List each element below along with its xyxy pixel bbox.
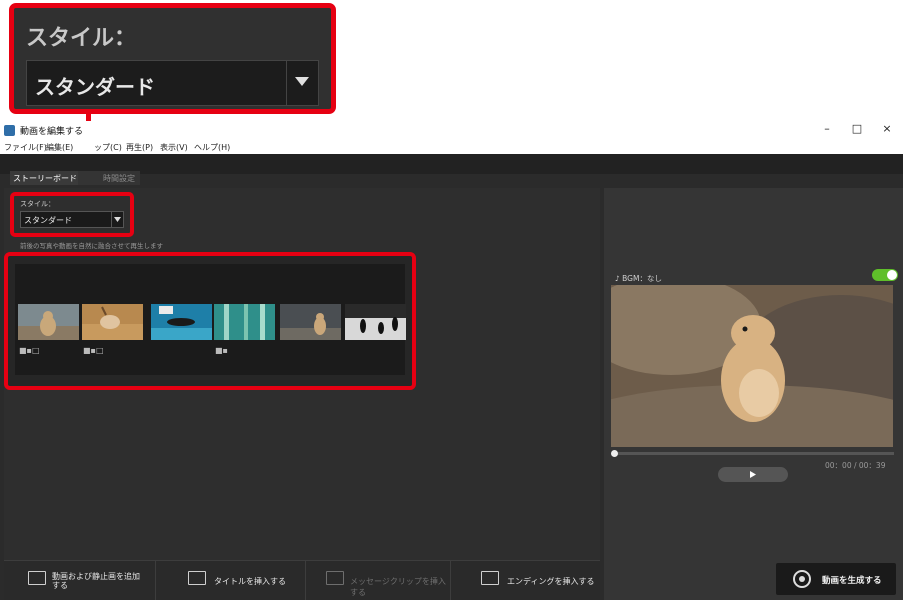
thumbnail-2[interactable] [82,304,143,340]
title-icon [188,571,206,585]
menu-clip[interactable]: ップ(C) [94,142,122,153]
bgm-text: BGM：なし [622,274,662,283]
video-camera-icon: ■▪□ [83,346,104,355]
window-title: 動画を編集する [20,127,84,137]
menu-play[interactable]: 再生(P) [126,142,153,153]
generate-video-label: 動画を生成する [822,576,882,586]
title-bar: 動画を編集する – □ × [0,121,903,140]
style-description: 前後の写真や動画を自然に融合させて再生します [20,242,163,250]
chevron-down-icon [286,61,318,105]
menu-view[interactable]: 表示(V) [160,142,188,153]
message-clip-icon [326,571,344,585]
style-dropdown[interactable]: スタンダード [20,211,124,228]
insert-message-button[interactable]: メッセージクリップを挿入する [306,561,451,600]
close-button[interactable]: × [878,122,896,135]
minimize-button[interactable]: – [818,122,836,135]
style-selector-highlight: スタイル： スタンダード [10,192,134,237]
style-label: スタイル： [20,200,55,208]
insert-title-label: タイトルを挿入する [214,577,286,586]
storyboard-highlight: ■▪□ ■▪□ ■▪ [4,252,416,390]
style-callout-zoom: スタイル： スタンダード [9,3,336,114]
video-preview [611,285,893,447]
add-media-button[interactable]: 動画および静止画を追加する [4,561,156,600]
thumbnail-1[interactable] [18,304,79,340]
callout-style-label: スタイル： [26,26,137,51]
generate-video-button[interactable]: 動画を生成する [776,563,896,595]
ending-icon [481,571,499,585]
callout-style-value: スタンダード [35,75,155,99]
timecode: 00：00 / 00：39 [825,461,886,470]
thumbnail-6[interactable] [345,304,406,340]
seek-bar[interactable] [611,450,894,457]
menu-file[interactable]: ファイル(F) [4,142,47,153]
menu-edit[interactable]: 編集(E) [46,142,73,153]
play-icon [750,471,756,478]
play-button[interactable] [718,467,788,482]
insert-ending-button[interactable]: エンディングを挿入する [451,561,600,600]
menu-bar: ファイル(F) 編集(E) ップ(C) 再生(P) 表示(V) ヘルプ(H) [0,140,903,154]
app-icon [4,125,15,136]
style-dropdown-value: スタンダード [24,216,72,225]
tab-storyboard[interactable]: ストーリーボード [10,171,80,185]
tab-time-settings[interactable]: 時間設定 [78,171,140,185]
storyboard-strip[interactable]: ■▪□ ■▪□ ■▪ [15,264,406,375]
bgm-toggle[interactable] [872,269,898,281]
generate-icon [793,570,811,588]
callout-style-select: スタンダード [26,60,319,106]
tab-strip: ストーリーボード 時間設定 [0,171,600,185]
tab-time-settings-label: 時間設定 [103,174,135,183]
toggle-knob [887,270,897,280]
seek-handle[interactable] [611,450,618,457]
insert-title-button[interactable]: タイトルを挿入する [156,561,306,600]
add-media-icon [28,571,46,585]
chevron-down-icon [111,212,123,227]
bottom-toolbar: 動画および静止画を追加する タイトルを挿入する メッセージクリップを挿入する エ… [4,560,600,600]
insert-message-label: メッセージクリップを挿入する [350,577,446,597]
bgm-label: ♪ BGM：なし [615,273,662,284]
add-media-label: 動画および静止画を追加する [52,572,140,590]
menu-help[interactable]: ヘルプ(H) [194,142,230,153]
maximize-button[interactable]: □ [848,122,866,135]
thumbnail-3[interactable] [151,304,212,340]
thumbnail-5[interactable] [280,304,341,340]
video-camera-icon: ■▪ [215,346,228,355]
video-camera-icon: ■▪□ [19,346,40,355]
insert-ending-label: エンディングを挿入する [507,577,595,586]
thumbnail-4[interactable] [214,304,275,340]
